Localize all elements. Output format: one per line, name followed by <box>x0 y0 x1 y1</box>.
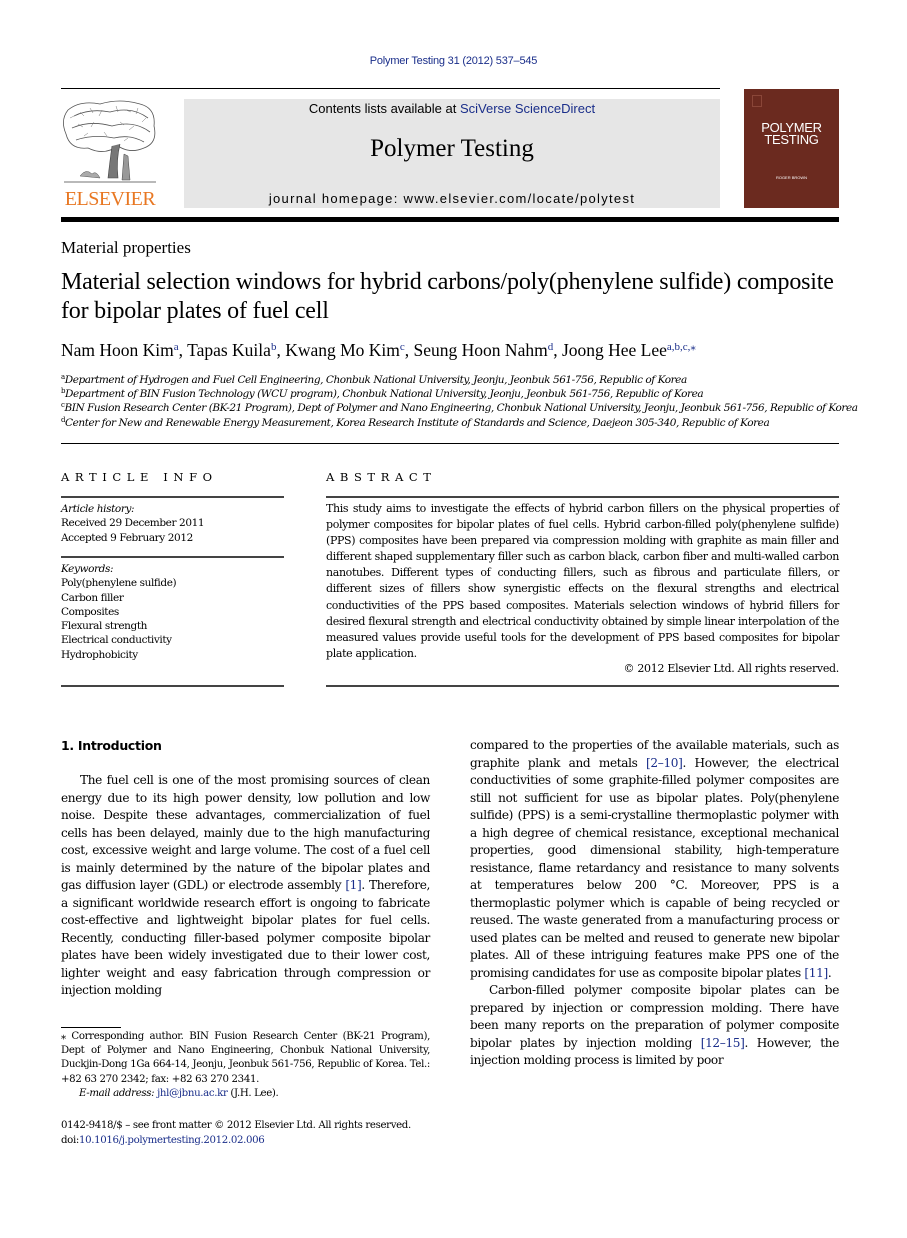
header-thick-rule <box>61 217 839 222</box>
journal-citation[interactable]: Polymer Testing 31 (2012) 537–545 <box>0 55 907 67</box>
divider <box>326 685 839 687</box>
author-separator: , <box>553 340 562 360</box>
right-column: compared to the properties of the availa… <box>470 737 839 1070</box>
author-list: Nam Hoon Kima, Tapas Kuilab, Kwang Mo Ki… <box>61 340 861 361</box>
divider <box>61 496 284 498</box>
abstract-heading: ABSTRACT <box>326 470 437 484</box>
issn-copyright: 0142-9418/$ – see front matter © 2012 El… <box>61 1120 411 1131</box>
header-rule <box>61 88 720 89</box>
keywords: Keywords: Poly(phenylene sulfide) Carbon… <box>61 562 284 662</box>
affiliation-list: aDepartment of Hydrogen and Fuel Cell En… <box>61 373 861 430</box>
citation-link[interactable]: [11] <box>804 966 828 980</box>
author-separator: , <box>276 340 286 360</box>
affiliation: dCenter for New and Renewable Energy Mea… <box>61 416 861 430</box>
cover-logo-icon <box>752 95 762 107</box>
section-heading-introduction: 1. Introduction <box>61 738 162 753</box>
body-paragraph: Carbon-filled polymer composite bipolar … <box>470 982 839 1070</box>
elsevier-logo: ELSEVIER <box>60 98 160 210</box>
cover-editor: ROGER BROWN <box>775 175 808 180</box>
affiliation: cBIN Fusion Research Center (BK-21 Progr… <box>61 401 861 415</box>
abstract-text: This study aims to investigate the effec… <box>326 502 839 660</box>
doi-link[interactable]: 10.1016/j.polymertesting.2012.02.006 <box>79 1135 265 1146</box>
cover-title: POLYMER TESTING <box>744 121 839 147</box>
corresponding-author-footnote: ⁎ Corresponding author. BIN Fusion Resea… <box>61 1030 430 1101</box>
cover-title-line2: TESTING <box>764 132 819 147</box>
author-affiliation-ref[interactable]: a,b,c,⁎ <box>667 341 696 353</box>
author[interactable]: Tapas Kuila <box>187 340 271 360</box>
citation-link[interactable]: [1] <box>345 878 361 892</box>
paragraph-text: . Therefore, a significant worldwide res… <box>61 878 431 997</box>
accepted-date: Accepted 9 February 2012 <box>61 531 193 544</box>
journal-homepage: journal homepage: www.elsevier.com/locat… <box>184 191 720 206</box>
journal-cover-image: POLYMER TESTING ROGER BROWN <box>744 89 839 208</box>
footnote-rule <box>61 1027 121 1028</box>
history-label: Article history: <box>61 503 135 515</box>
keyword: Composites <box>61 605 119 618</box>
divider <box>326 496 839 498</box>
email-suffix: (J.H. Lee). <box>227 1087 279 1099</box>
body-paragraph-continued: compared to the properties of the availa… <box>470 737 839 982</box>
article-title: Material selection windows for hybrid ca… <box>61 269 834 324</box>
author-separator: , <box>404 340 414 360</box>
elsevier-tree-icon <box>63 100 156 183</box>
divider <box>61 685 284 687</box>
doi-line: doi:10.1016/j.polymertesting.2012.02.006 <box>61 1134 430 1149</box>
author[interactable]: Seung Hoon Nahm <box>414 340 548 360</box>
affiliation-text: Center for New and Renewable Energy Meas… <box>65 416 770 429</box>
abstract-copyright: © 2012 Elsevier Ltd. All rights reserved… <box>623 662 839 675</box>
keyword: Flexural strength <box>61 620 148 633</box>
journal-masthead: Contents lists available at SciVerse Sci… <box>184 99 720 208</box>
received-date: Received 29 December 2011 <box>61 517 205 530</box>
contents-prefix: Contents lists available at <box>308 101 460 116</box>
doi-prefix: doi: <box>61 1134 79 1146</box>
corresponding-author-text: ⁎ Corresponding author. BIN Fusion Resea… <box>61 1031 430 1085</box>
email-link[interactable]: jhl@jbnu.ac.kr <box>157 1088 228 1099</box>
citation-link[interactable]: [2–10] <box>646 756 683 770</box>
article-section: Material properties <box>61 238 191 257</box>
body-paragraph-left-column: The fuel cell is one of the most promisi… <box>61 772 430 1000</box>
sciencedirect-link[interactable]: SciVerse ScienceDirect <box>460 101 595 116</box>
author-separator: , <box>178 340 188 360</box>
title-block-rule <box>61 443 839 444</box>
article-history: Article history: Received 29 December 20… <box>61 502 284 545</box>
affiliation-text: Department of BIN Fusion Technology (WCU… <box>65 388 704 401</box>
citation-link[interactable]: [12–15] <box>701 1036 745 1050</box>
paragraph-text: . However, the elec­trical conductivitie… <box>470 755 840 980</box>
divider <box>61 556 284 558</box>
keywords-label: Keywords: <box>61 563 114 575</box>
email-line: E-mail address: jhl@jbnu.ac.kr (J.H. Lee… <box>61 1087 430 1101</box>
author[interactable]: Joong Hee Lee <box>562 340 667 360</box>
affiliation: bDepartment of BIN Fusion Technology (WC… <box>61 387 861 401</box>
paragraph-text: . <box>827 965 832 980</box>
front-matter: 0142-9418/$ – see front matter © 2012 El… <box>61 1119 430 1148</box>
email-label: E-mail address: <box>79 1087 155 1099</box>
article-info-heading: ARTICLE INFO <box>61 470 218 484</box>
affiliation-text: Department of Hydrogen and Fuel Cell Eng… <box>64 374 687 386</box>
affiliation: aDepartment of Hydrogen and Fuel Cell En… <box>61 373 861 387</box>
keyword: Electrical conductivity <box>61 634 172 647</box>
homepage-prefix: journal homepage: <box>268 191 404 206</box>
affiliation-text: BIN Fusion Research Center (BK-21 Progra… <box>64 402 858 415</box>
author[interactable]: Nam Hoon Kim <box>61 340 174 360</box>
homepage-link[interactable]: www.elsevier.com/locate/polytest <box>404 191 636 206</box>
journal-title: Polymer Testing <box>370 135 534 162</box>
author[interactable]: Kwang Mo Kim <box>285 340 400 360</box>
elsevier-wordmark: ELSEVIER <box>64 188 156 210</box>
keyword: Hydrophobicity <box>61 648 138 661</box>
keyword: Poly(phenylene sulfide) <box>61 577 177 590</box>
keyword: Carbon filler <box>61 591 124 604</box>
contents-line: Contents lists available at SciVerse Sci… <box>184 101 720 116</box>
paragraph-text: The fuel cell is one of the most promisi… <box>61 773 430 892</box>
